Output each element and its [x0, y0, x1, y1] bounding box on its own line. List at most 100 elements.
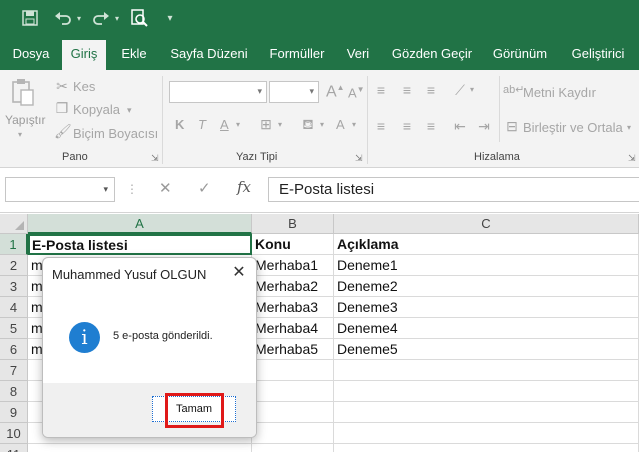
row-header[interactable]: 10 — [0, 423, 28, 444]
cell-c7[interactable] — [334, 360, 639, 381]
print-preview-icon[interactable] — [128, 6, 150, 30]
font-color-button[interactable]: A — [336, 117, 345, 132]
copy-dropdown-icon[interactable]: ▾ — [127, 105, 132, 116]
select-all-button[interactable] — [0, 214, 28, 234]
italic-button[interactable]: T — [198, 117, 206, 132]
cell-c5[interactable]: Deneme4 — [334, 318, 639, 339]
tab-gozden-gecir[interactable]: Gözden Geçir — [385, 37, 479, 70]
cell-b6[interactable]: Merhaba5 — [252, 339, 334, 360]
tab-giris[interactable]: Giriş — [62, 40, 106, 70]
merge-dropdown-icon[interactable]: ▾ — [627, 123, 631, 132]
cell-c4[interactable]: Deneme3 — [334, 297, 639, 318]
cell-b3[interactable]: Merhaba2 — [252, 276, 334, 297]
name-box[interactable]: ▾ — [5, 177, 115, 202]
cell-c8[interactable] — [334, 381, 639, 402]
row-header[interactable]: 8 — [0, 381, 28, 402]
cell-b11[interactable] — [252, 444, 334, 452]
cell-b5[interactable]: Merhaba4 — [252, 318, 334, 339]
font-launcher-icon[interactable]: ⇲ — [355, 153, 363, 164]
align-top-icon[interactable]: ≡ — [372, 82, 390, 98]
align-middle-icon[interactable]: ≡ — [398, 82, 416, 98]
cell-b2[interactable]: Merhaba1 — [252, 255, 334, 276]
customize-qat-icon[interactable]: ▾ — [163, 6, 177, 30]
cell-a11[interactable] — [28, 444, 252, 452]
borders-dropdown-icon[interactable]: ▾ — [278, 120, 282, 129]
orientation-dropdown-icon[interactable]: ▾ — [470, 85, 474, 94]
orientation-icon[interactable]: ⟋ — [451, 82, 469, 99]
column-header-c[interactable]: C — [334, 214, 639, 234]
alignment-launcher-icon[interactable]: ⇲ — [628, 153, 636, 164]
column-header-b[interactable]: B — [252, 214, 334, 234]
tab-gorunum[interactable]: Görünüm — [487, 37, 553, 70]
cell-c10[interactable] — [334, 423, 639, 444]
cancel-icon[interactable]: ✕ — [159, 179, 172, 197]
cell-a1[interactable]: E-Posta listesi — [28, 234, 252, 255]
row-header[interactable]: 3 — [0, 276, 28, 297]
tab-formuller[interactable]: Formüller — [262, 37, 332, 70]
align-bottom-icon[interactable]: ≡ — [422, 82, 440, 98]
cell-c2[interactable]: Deneme1 — [334, 255, 639, 276]
paste-icon[interactable] — [10, 78, 36, 106]
underline-dropdown-icon[interactable]: ▾ — [236, 120, 240, 129]
paste-dropdown-icon[interactable]: ▾ — [18, 130, 22, 139]
cell-b1[interactable]: Konu — [252, 234, 334, 255]
tab-sayfa-duzeni[interactable]: Sayfa Düzeni — [163, 37, 255, 70]
clipboard-launcher-icon[interactable]: ⇲ — [151, 153, 159, 164]
save-icon[interactable] — [18, 6, 42, 30]
cell-c1[interactable]: Açıklama — [334, 234, 639, 255]
paste-button[interactable]: Yapıştır — [5, 113, 45, 127]
merge-center-button[interactable]: Birleştir ve Ortala — [523, 120, 623, 135]
row-header[interactable]: 9 — [0, 402, 28, 423]
align-left-icon[interactable]: ≡ — [372, 118, 390, 134]
cell-c3[interactable]: Deneme2 — [334, 276, 639, 297]
tab-gelistirici[interactable]: Geliştirici — [562, 37, 634, 70]
row-header[interactable]: 4 — [0, 297, 28, 318]
font-name-combo[interactable]: ▾ — [169, 81, 267, 103]
tab-ekle[interactable]: Ekle — [114, 37, 154, 70]
copy-button[interactable]: Kopyala — [73, 102, 120, 117]
cell-c9[interactable] — [334, 402, 639, 423]
chevron-down-icon[interactable]: ▾ — [103, 184, 108, 195]
tab-dosya[interactable]: Dosya — [4, 37, 58, 70]
decrease-indent-icon[interactable]: ⇤ — [451, 118, 469, 135]
row-header[interactable]: 5 — [0, 318, 28, 339]
cell-b8[interactable] — [252, 381, 334, 402]
font-size-combo[interactable]: ▾ — [269, 81, 319, 103]
column-header-a[interactable]: A — [28, 214, 252, 234]
align-right-icon[interactable]: ≡ — [422, 118, 440, 134]
row-header[interactable]: 1 — [0, 234, 28, 255]
cell-c11[interactable] — [334, 444, 639, 452]
shrink-font-icon[interactable]: A▼ — [348, 85, 365, 100]
cell-b4[interactable]: Merhaba3 — [252, 297, 334, 318]
increase-indent-icon[interactable]: ⇥ — [475, 118, 493, 135]
cut-button[interactable]: Kes — [73, 79, 95, 94]
row-header[interactable]: 6 — [0, 339, 28, 360]
font-color-dropdown-icon[interactable]: ▾ — [352, 120, 356, 129]
row-header[interactable]: 2 — [0, 255, 28, 276]
bold-button[interactable]: K — [175, 117, 184, 132]
enter-icon[interactable]: ✓ — [198, 179, 211, 197]
redo-icon[interactable] — [90, 6, 112, 30]
underline-button[interactable]: A — [220, 117, 229, 132]
insert-function-icon[interactable]: fx — [237, 178, 251, 196]
fill-color-icon[interactable]: ⛾ — [300, 116, 316, 135]
ok-button[interactable]: Tamam — [152, 396, 236, 422]
row-header[interactable]: 11 — [0, 444, 28, 452]
undo-icon[interactable] — [52, 6, 74, 30]
grow-font-icon[interactable]: A▲ — [326, 83, 345, 101]
tab-veri[interactable]: Veri — [340, 37, 376, 70]
align-center-icon[interactable]: ≡ — [398, 118, 416, 134]
cell-c6[interactable]: Deneme5 — [334, 339, 639, 360]
formula-input[interactable]: E-Posta listesi — [268, 177, 639, 202]
format-painter-button[interactable]: Biçim Boyacısı — [73, 126, 158, 141]
row-header[interactable]: 7 — [0, 360, 28, 381]
redo-dropdown-icon[interactable]: ▾ — [112, 6, 122, 30]
wrap-text-button[interactable]: Metni Kaydır — [523, 85, 596, 100]
undo-dropdown-icon[interactable]: ▾ — [74, 6, 84, 30]
cell-b9[interactable] — [252, 402, 334, 423]
borders-icon[interactable]: ⊞ — [258, 116, 274, 133]
close-icon[interactable]: ✕ — [230, 264, 248, 282]
cell-b7[interactable] — [252, 360, 334, 381]
fill-color-dropdown-icon[interactable]: ▾ — [320, 120, 324, 129]
cell-b10[interactable] — [252, 423, 334, 444]
